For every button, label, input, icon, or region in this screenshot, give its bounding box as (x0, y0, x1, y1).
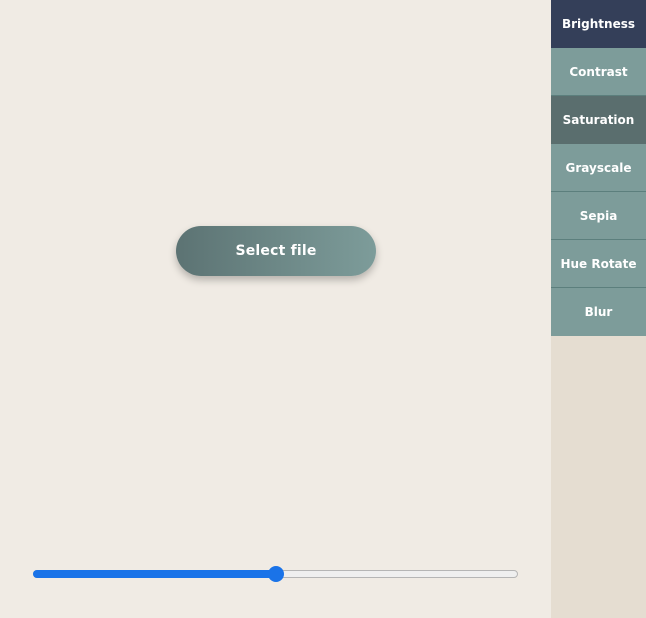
image-editor-canvas: Select file (0, 0, 551, 618)
select-file-button[interactable]: Select file (176, 226, 376, 276)
sidebar-item-hue-rotate[interactable]: Hue Rotate (551, 240, 646, 288)
sidebar-item-grayscale[interactable]: Grayscale (551, 144, 646, 192)
slider-thumb[interactable] (268, 566, 284, 582)
filter-value-slider[interactable] (33, 566, 518, 582)
sidebar-item-saturation[interactable]: Saturation (551, 96, 646, 144)
sidebar-item-sepia[interactable]: Sepia (551, 192, 646, 240)
sidebar-item-contrast[interactable]: Contrast (551, 48, 646, 96)
slider-fill (33, 570, 276, 578)
filter-sidebar: Brightness Contrast Saturation Grayscale… (551, 0, 646, 618)
sidebar-item-blur[interactable]: Blur (551, 288, 646, 336)
sidebar-item-brightness[interactable]: Brightness (551, 0, 646, 48)
